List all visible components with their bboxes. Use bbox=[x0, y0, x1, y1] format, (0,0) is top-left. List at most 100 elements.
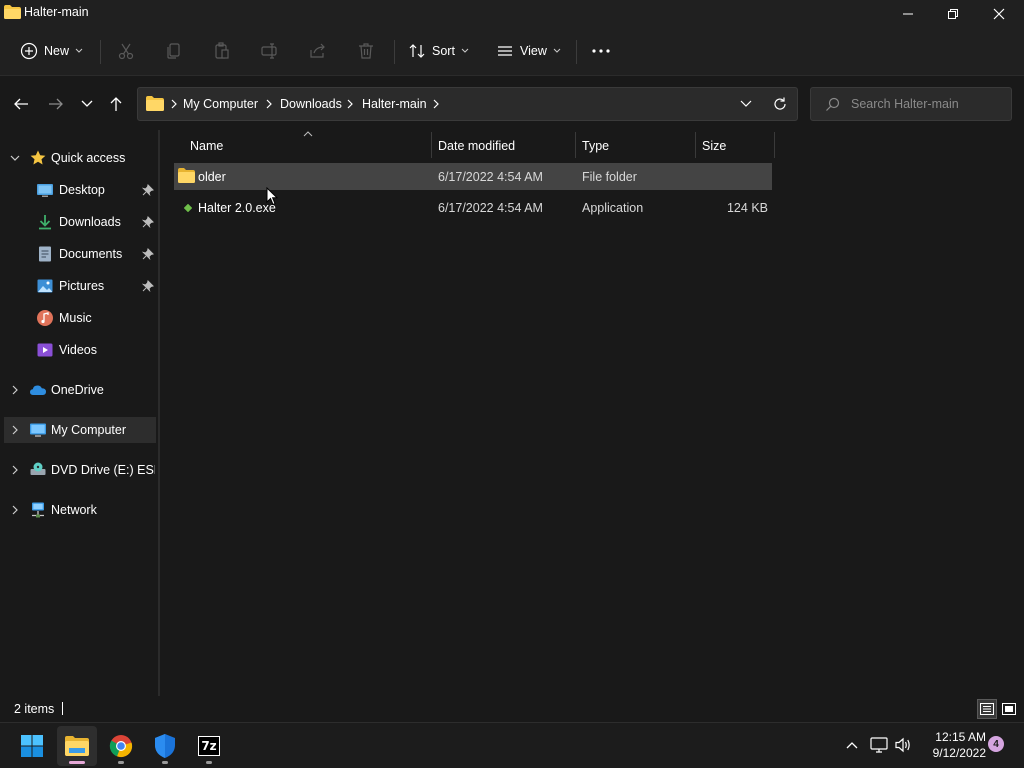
delete-icon[interactable] bbox=[356, 41, 376, 61]
file-list: Name Date modified Type Size older 6/17/… bbox=[160, 130, 1024, 696]
copy-icon[interactable] bbox=[164, 41, 184, 61]
share-icon[interactable] bbox=[308, 41, 328, 61]
search-box[interactable]: Search Halter-main bbox=[810, 87, 1012, 121]
rename-icon[interactable] bbox=[260, 41, 280, 61]
breadcrumb-downloads[interactable]: Downloads bbox=[280, 97, 342, 111]
command-bar: New Sort View bbox=[0, 28, 1024, 76]
sidebar-item-pictures[interactable]: Pictures bbox=[4, 273, 156, 299]
up-button[interactable] bbox=[105, 94, 127, 114]
folder-icon bbox=[4, 5, 21, 19]
item-count: 2 items bbox=[14, 702, 55, 716]
system-clock[interactable]: 12:15 AM 9/12/2022 bbox=[920, 729, 986, 761]
plus-circle-icon bbox=[20, 42, 38, 60]
forward-button[interactable] bbox=[45, 94, 67, 114]
chevron-right-icon bbox=[266, 99, 272, 109]
column-divider[interactable] bbox=[774, 132, 775, 158]
sidebar-item-desktop[interactable]: Desktop bbox=[4, 177, 156, 203]
column-header-name[interactable]: Name bbox=[190, 139, 223, 153]
7zip-icon: 7z bbox=[198, 736, 220, 756]
sidebar-item-videos[interactable]: Videos bbox=[4, 337, 156, 363]
taskbar-file-explorer[interactable] bbox=[57, 726, 97, 766]
more-icon bbox=[592, 49, 610, 53]
file-row-older[interactable]: older 6/17/2022 4:54 AM File folder bbox=[174, 163, 772, 190]
file-row-halter-exe[interactable]: Halter 2.0.exe 6/17/2022 4:54 AM Applica… bbox=[174, 194, 772, 221]
chevron-down-icon bbox=[10, 155, 20, 161]
column-header-date-modified[interactable]: Date modified bbox=[438, 139, 515, 153]
column-divider[interactable] bbox=[695, 132, 696, 158]
chevron-down-icon bbox=[81, 100, 93, 107]
chevron-right-icon bbox=[12, 385, 18, 395]
sort-label: Sort bbox=[432, 44, 455, 58]
videos-icon bbox=[37, 343, 53, 357]
sidebar-item-downloads[interactable]: Downloads bbox=[4, 209, 156, 235]
defender-icon bbox=[155, 734, 175, 758]
sidebar-item-label: Desktop bbox=[59, 183, 105, 197]
sidebar-item-documents[interactable]: Documents bbox=[4, 241, 156, 267]
sidebar-item-network[interactable]: Network bbox=[4, 497, 156, 523]
column-divider[interactable] bbox=[431, 132, 432, 158]
paste-icon[interactable] bbox=[212, 41, 232, 61]
application-icon bbox=[184, 204, 192, 212]
restore-button[interactable] bbox=[930, 0, 976, 28]
chevron-right-icon bbox=[12, 425, 18, 435]
breadcrumb-halter-main[interactable]: Halter-main bbox=[362, 97, 427, 111]
sidebar-item-my-computer[interactable]: My Computer bbox=[4, 417, 156, 443]
details-view-button[interactable] bbox=[977, 699, 997, 719]
minimize-button[interactable] bbox=[885, 0, 931, 28]
desktop-icon bbox=[37, 184, 53, 197]
file-size: 124 KB bbox=[726, 201, 768, 215]
pin-icon bbox=[142, 216, 154, 228]
toolbar-divider bbox=[394, 40, 395, 64]
sidebar-item-music[interactable]: Music bbox=[4, 305, 156, 331]
sidebar-item-dvd-drive[interactable]: DVD Drive (E:) ESD-ISO bbox=[4, 457, 156, 483]
mouse-cursor-icon bbox=[266, 187, 278, 206]
address-history-icon[interactable] bbox=[740, 100, 752, 108]
sidebar-item-onedrive[interactable]: OneDrive bbox=[4, 377, 156, 403]
volume-button[interactable] bbox=[893, 735, 913, 755]
search-placeholder: Search Halter-main bbox=[851, 97, 959, 111]
documents-icon bbox=[39, 246, 51, 262]
close-button[interactable] bbox=[976, 0, 1022, 28]
column-header-type[interactable]: Type bbox=[582, 139, 609, 153]
navigation-bar: My Computer Downloads Halter-main Search… bbox=[0, 77, 1024, 129]
taskbar-7zip[interactable]: 7z bbox=[189, 726, 229, 766]
volume-icon bbox=[895, 737, 910, 753]
tiles-view-button[interactable] bbox=[999, 699, 1019, 719]
column-header-size[interactable]: Size bbox=[702, 139, 726, 153]
window-title: Halter-main bbox=[24, 5, 89, 19]
running-indicator bbox=[206, 761, 212, 764]
sidebar-item-label: Videos bbox=[59, 343, 97, 357]
recent-locations-button[interactable] bbox=[76, 94, 98, 114]
cut-icon[interactable] bbox=[116, 41, 136, 61]
chevron-up-icon bbox=[846, 742, 858, 749]
ethernet-icon bbox=[870, 737, 888, 753]
more-options-button[interactable] bbox=[590, 36, 612, 66]
dvd-drive-icon bbox=[30, 462, 46, 475]
tiles-view-icon bbox=[1002, 703, 1016, 715]
address-bar[interactable]: My Computer Downloads Halter-main bbox=[137, 87, 798, 121]
computer-icon bbox=[30, 423, 46, 437]
download-icon bbox=[39, 215, 51, 230]
sidebar-item-quick-access[interactable]: Quick access bbox=[4, 145, 156, 171]
sort-ascending-icon bbox=[303, 131, 313, 137]
column-divider[interactable] bbox=[575, 132, 576, 158]
refresh-icon[interactable] bbox=[772, 96, 788, 112]
back-button[interactable] bbox=[10, 94, 32, 114]
chevron-down-icon bbox=[553, 48, 561, 53]
breadcrumb-my-computer[interactable]: My Computer bbox=[183, 97, 258, 111]
pictures-icon bbox=[37, 279, 53, 293]
network-status-button[interactable] bbox=[869, 735, 889, 755]
close-icon bbox=[993, 8, 1005, 20]
taskbar-defender[interactable] bbox=[145, 726, 185, 766]
start-button[interactable] bbox=[12, 726, 52, 766]
show-hidden-icons-button[interactable] bbox=[842, 735, 862, 755]
new-button[interactable]: New bbox=[20, 36, 83, 66]
sidebar-item-label: Network bbox=[51, 503, 97, 517]
running-indicator bbox=[162, 761, 168, 764]
title-bar: Halter-main bbox=[0, 0, 1024, 28]
sidebar-item-label: Downloads bbox=[59, 215, 121, 229]
notification-badge[interactable]: 4 bbox=[988, 736, 1004, 752]
sort-button[interactable]: Sort bbox=[408, 36, 469, 66]
view-button[interactable]: View bbox=[496, 36, 561, 66]
taskbar-chrome[interactable] bbox=[101, 726, 141, 766]
